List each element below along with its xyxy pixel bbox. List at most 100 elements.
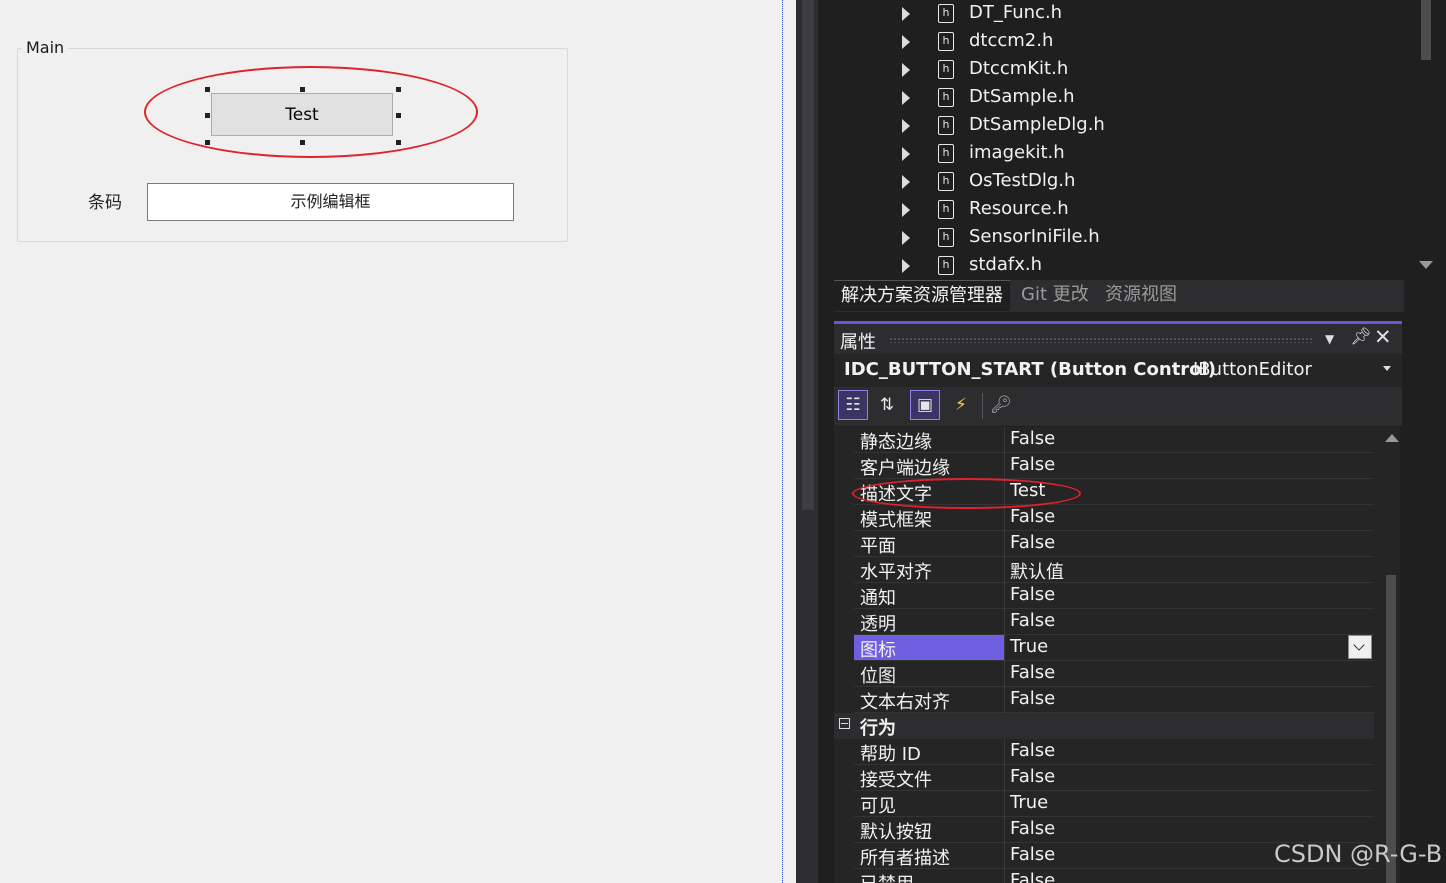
window-menu-icon[interactable]: ▼ (1325, 332, 1334, 346)
pin-icon[interactable]: 📌︎ (1350, 327, 1372, 347)
tree-item[interactable]: h SensorIniFile.h (834, 224, 1374, 252)
tree-item[interactable]: h DtSampleDlg.h (834, 112, 1374, 140)
drag-grip[interactable] (889, 337, 1314, 343)
property-value[interactable]: False (1010, 584, 1055, 605)
property-row[interactable]: 可见 True (854, 791, 1374, 817)
tree-item[interactable]: h DtccmKit.h (834, 56, 1374, 84)
column-divider[interactable] (1004, 531, 1005, 557)
close-icon[interactable]: ✕ (1374, 325, 1392, 349)
header-file-icon: h (938, 228, 954, 247)
property-value[interactable]: False (1010, 428, 1055, 449)
tab-solution-explorer[interactable]: 解决方案资源管理器 (834, 280, 1010, 311)
events-icon[interactable]: ⚡ (946, 390, 976, 420)
tree-item[interactable]: h imagekit.h (834, 140, 1374, 168)
tree-scrollbar-thumb[interactable] (1421, 0, 1431, 60)
editor-scrollbar[interactable] (796, 0, 818, 883)
tree-item[interactable]: h DT_Func.h (834, 0, 1374, 28)
tree-item[interactable]: h OsTestDlg.h (834, 168, 1374, 196)
column-divider[interactable] (1004, 583, 1005, 609)
property-row[interactable]: 模式框架 False (854, 505, 1374, 531)
property-value[interactable]: False (1010, 818, 1055, 839)
ide-panel: h DT_Func.h h dtccm2.h h DtccmKit.h h Dt… (796, 0, 1446, 883)
category-row-behavior[interactable]: 行为 (834, 713, 1374, 739)
column-divider[interactable] (1004, 739, 1005, 765)
chevron-down-icon[interactable] (1383, 366, 1391, 371)
property-value[interactable]: False (1010, 740, 1055, 761)
property-name: 可见 (860, 796, 896, 817)
property-value[interactable]: False (1010, 506, 1055, 527)
property-value[interactable]: False (1010, 532, 1055, 553)
column-divider[interactable] (1004, 505, 1005, 531)
tree-item[interactable]: h Resource.h (834, 196, 1374, 224)
categorized-icon[interactable]: ☷ (838, 390, 868, 420)
column-divider[interactable] (1004, 843, 1005, 869)
property-value[interactable]: False (1010, 610, 1055, 631)
tree-item[interactable]: h DtSample.h (834, 84, 1374, 112)
property-value[interactable]: True (1010, 636, 1048, 657)
property-value[interactable]: False (1010, 662, 1055, 683)
property-row[interactable]: 水平对齐 默认值 (854, 557, 1374, 583)
object-type: IButtonEditor (1193, 359, 1312, 380)
property-name: 图标 (860, 640, 896, 661)
expand-arrow-icon[interactable] (902, 203, 910, 217)
property-row[interactable]: 透明 False (854, 609, 1374, 635)
scroll-up-arrow-icon[interactable] (1385, 434, 1399, 442)
tree-item[interactable]: h dtccm2.h (834, 28, 1374, 56)
column-divider[interactable] (1004, 661, 1005, 687)
column-divider[interactable] (1004, 609, 1005, 635)
expand-arrow-icon[interactable] (902, 91, 910, 105)
property-row[interactable]: 平面 False (854, 531, 1374, 557)
tab-resource-view[interactable]: 资源视图 (1098, 280, 1184, 310)
column-divider[interactable] (1004, 869, 1005, 883)
column-divider[interactable] (1004, 791, 1005, 817)
column-divider[interactable] (1004, 817, 1005, 843)
expand-arrow-icon[interactable] (902, 147, 910, 161)
property-row[interactable]: 位图 False (854, 661, 1374, 687)
barcode-label: 条码 (88, 193, 122, 213)
alphabetical-icon[interactable]: ⇅ (872, 390, 902, 420)
value-dropdown-button[interactable] (1348, 635, 1372, 659)
tab-git-changes[interactable]: Git 更改 (1014, 280, 1096, 310)
column-divider[interactable] (1004, 453, 1005, 479)
property-row[interactable]: 客户端边缘 False (854, 453, 1374, 479)
grid-scrollbar-thumb[interactable] (1386, 575, 1396, 883)
column-divider[interactable] (1004, 635, 1005, 661)
column-divider[interactable] (1004, 427, 1005, 453)
scroll-down-arrow-icon[interactable] (1419, 261, 1433, 269)
expand-arrow-icon[interactable] (902, 175, 910, 189)
property-row[interactable]: 通知 False (854, 583, 1374, 609)
property-value[interactable]: False (1010, 688, 1055, 709)
column-divider[interactable] (1004, 765, 1005, 791)
property-row[interactable]: 文本右对齐 False (854, 687, 1374, 713)
editor-scrollbar-thumb[interactable] (802, 0, 814, 510)
property-value[interactable]: False (1010, 454, 1055, 475)
property-value[interactable]: True (1010, 792, 1048, 813)
property-value[interactable]: False (1010, 844, 1055, 865)
column-divider[interactable] (1004, 557, 1005, 583)
property-name: 已禁用 (860, 870, 914, 883)
property-value[interactable]: 默认值 (1010, 558, 1064, 584)
expand-arrow-icon[interactable] (902, 119, 910, 133)
expand-arrow-icon[interactable] (902, 259, 910, 273)
header-file-icon: h (938, 60, 954, 79)
expand-arrow-icon[interactable] (902, 7, 910, 21)
property-value[interactable]: False (1010, 870, 1055, 883)
column-divider[interactable] (1004, 687, 1005, 713)
object-name: IDC_BUTTON_START (Button Control) (844, 359, 1216, 380)
properties-icon[interactable]: ▣ (910, 390, 940, 420)
property-pages-icon[interactable]: 🔑︎ (986, 390, 1016, 420)
property-row[interactable]: 帮助 ID False (854, 739, 1374, 765)
collapse-icon[interactable] (839, 718, 850, 729)
object-selector[interactable]: IDC_BUTTON_START (Button Control) IButto… (834, 354, 1402, 387)
property-row[interactable]: 接受文件 False (854, 765, 1374, 791)
tree-item[interactable]: h stdafx.h (834, 252, 1374, 280)
property-row[interactable]: 静态边缘 False (854, 427, 1374, 453)
sample-edit-box[interactable]: 示例编辑框 (147, 183, 514, 221)
expand-arrow-icon[interactable] (902, 35, 910, 49)
property-name: 模式框架 (860, 510, 932, 531)
property-row-selected[interactable]: 图标 True (854, 635, 1374, 661)
property-value[interactable]: False (1010, 766, 1055, 787)
expand-arrow-icon[interactable] (902, 231, 910, 245)
property-row[interactable]: 已禁用 False (854, 869, 1374, 883)
expand-arrow-icon[interactable] (902, 63, 910, 77)
